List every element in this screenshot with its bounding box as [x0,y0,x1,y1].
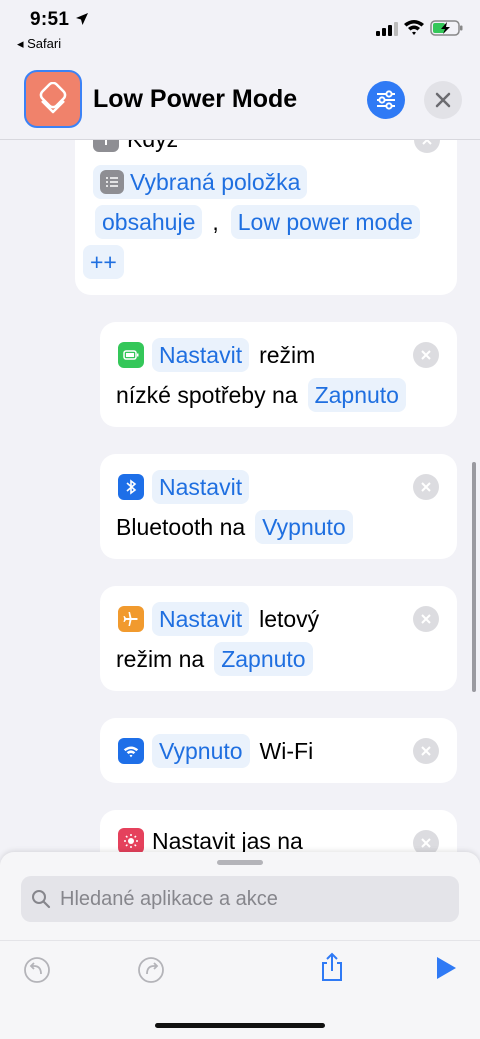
cellular-signal-icon [376,22,398,36]
search-icon [32,890,51,909]
wifi-status-icon [404,20,424,35]
share-icon [322,952,342,981]
close-icon [435,92,451,108]
action-text: Wi-Fi [259,738,314,764]
sheet-grabber[interactable] [217,860,263,865]
value-chip[interactable]: Low power mode [230,205,420,239]
action-text: Bluetooth na [116,514,246,540]
action-text: Nastavit jas na [152,828,303,852]
search-input[interactable]: Hledané aplikace a akce [21,876,459,922]
action-card-low-power[interactable]: Nastavit režim nízké spotřeby na Zapnuto [100,322,457,427]
action-card-brightness[interactable]: Nastavit jas na [100,810,457,852]
back-to-safari-link[interactable]: ◂ Safari [17,36,61,52]
state-chip[interactable]: Zapnuto [307,378,406,412]
home-indicator [155,1023,325,1028]
close-icon [421,746,431,756]
scrollbar[interactable] [472,462,476,692]
close-icon [421,838,431,848]
state-chip[interactable]: Vypnuto [255,510,353,544]
action-text: režim [259,342,316,368]
share-button[interactable] [316,951,348,983]
settings-button[interactable] [367,81,405,119]
bluetooth-icon [118,474,144,500]
if-keyword: Když [127,140,178,154]
redo-button[interactable] [135,954,167,986]
action-text: nízké spotřeby na [116,382,298,408]
bottom-toolbar [0,940,480,1039]
close-icon [421,482,431,492]
battery-icon [118,342,144,368]
state-chip[interactable]: Zapnuto [214,642,313,676]
list-icon [100,170,124,194]
comma-text: , [212,209,219,235]
action-text: letový [259,606,320,632]
if-action-card[interactable]: Když Vybraná položka obsahuje , Low powe… [75,140,457,295]
action-card-wifi[interactable]: Vypnuto Wi-Fi [100,718,457,783]
action-text: režim na [116,646,205,672]
play-icon [437,957,456,979]
remove-action-button[interactable] [414,140,440,153]
editor-header: Low Power Mode [0,60,480,140]
remove-action-button[interactable] [413,342,439,368]
extra-value-chip[interactable]: ++ [83,245,124,279]
state-chip[interactable]: Vypnuto [152,734,250,768]
undo-button[interactable] [21,954,53,986]
page-title: Low Power Mode [93,85,298,113]
variable-chip-label: Vybraná položka [130,169,301,195]
set-verb-chip[interactable]: Nastavit [152,470,250,504]
actions-list[interactable]: Když Vybraná položka obsahuje , Low powe… [0,140,480,852]
close-icon [422,140,432,145]
redo-icon [138,957,164,983]
actions-search-sheet: Hledané aplikace a akce [0,852,480,940]
sliders-icon [377,90,395,110]
shortcut-icon[interactable] [24,70,82,128]
if-branch-icon [93,140,119,152]
status-bar: 9:51 ◂ Safari [0,0,480,56]
location-arrow-icon [76,13,88,25]
action-card-bluetooth[interactable]: Nastavit Bluetooth na Vypnuto [100,454,457,559]
variable-chip[interactable]: Vybraná položka [93,165,308,199]
close-button[interactable] [424,81,462,119]
battery-charging-icon [430,20,463,36]
close-icon [421,614,431,624]
action-card-airplane[interactable]: Nastavit letový režim na Zapnuto [100,586,457,691]
set-verb-chip[interactable]: Nastavit [152,338,250,372]
remove-action-button[interactable] [413,474,439,500]
remove-action-button[interactable] [413,830,439,852]
close-icon [421,350,431,360]
remove-action-button[interactable] [413,606,439,632]
undo-icon [24,957,50,983]
remove-action-button[interactable] [413,738,439,764]
brightness-icon [118,828,144,852]
condition-chip[interactable]: obsahuje [95,205,203,239]
shortcuts-layers-icon [39,82,67,114]
airplane-icon [118,606,144,632]
set-verb-chip[interactable]: Nastavit [152,602,250,636]
wifi-icon [118,738,144,764]
run-button[interactable] [430,952,462,984]
search-placeholder: Hledané aplikace a akce [60,888,278,910]
status-time: 9:51 [30,9,70,30]
